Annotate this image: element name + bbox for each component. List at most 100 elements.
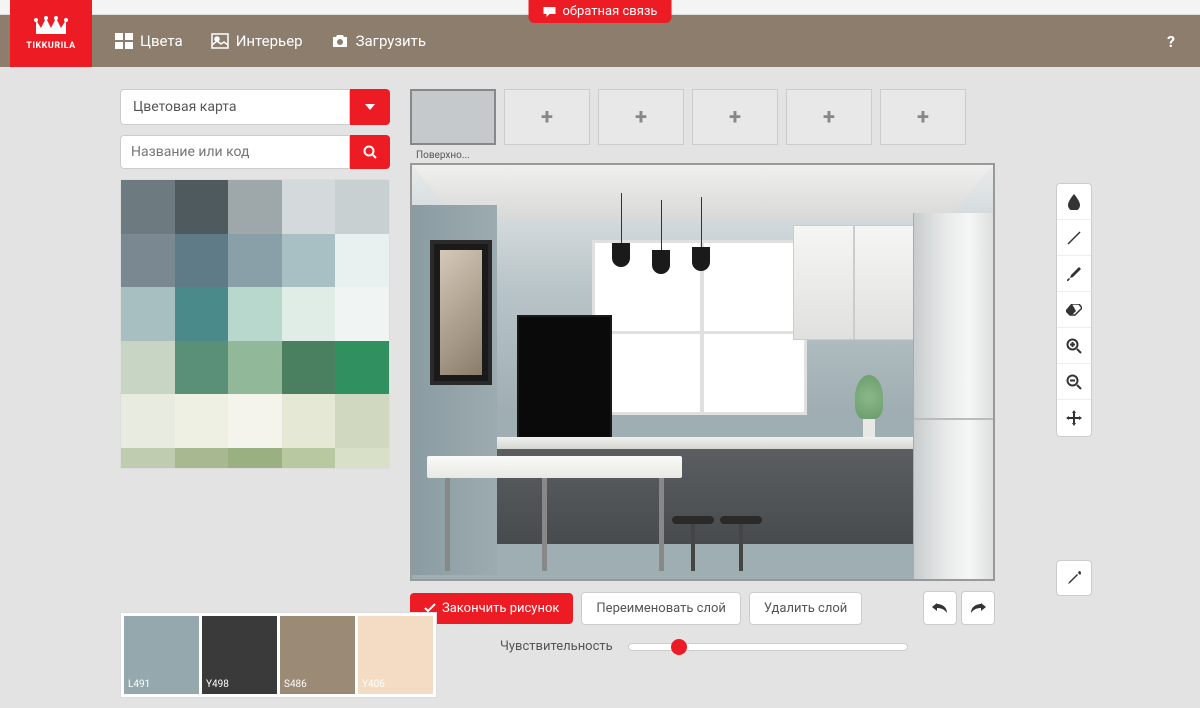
search-icon: [363, 145, 377, 159]
tool-line[interactable]: [1057, 220, 1091, 256]
surface-tab-active[interactable]: [410, 89, 496, 145]
color-swatch[interactable]: [175, 287, 229, 341]
tool-zoom-out[interactable]: [1057, 364, 1091, 400]
color-swatch[interactable]: [335, 394, 389, 448]
color-swatch[interactable]: [228, 448, 282, 469]
surface-tab-add-1[interactable]: +: [504, 89, 590, 145]
nav-interior[interactable]: Интерьер: [211, 32, 303, 50]
swatch-grid: [120, 179, 390, 469]
surface-tabs: + + + + +: [410, 89, 995, 145]
surface-tab-add-5[interactable]: +: [880, 89, 966, 145]
palette-icon: [115, 33, 133, 49]
nav-upload-label: Загрузить: [356, 32, 426, 50]
search-button[interactable]: [350, 135, 390, 169]
selected-swatch[interactable]: Y406: [358, 616, 433, 694]
tool-toolbar: [1056, 183, 1092, 437]
brand-logo[interactable]: TIKKURILA: [10, 0, 92, 67]
color-swatch[interactable]: [282, 341, 336, 395]
sensitivity-slider[interactable]: [628, 643, 908, 651]
feedback-button[interactable]: обратная связь: [529, 0, 672, 23]
color-swatch[interactable]: [121, 448, 175, 469]
color-swatch[interactable]: [282, 394, 336, 448]
color-swatch[interactable]: [282, 287, 336, 341]
plus-icon: +: [729, 105, 741, 130]
color-swatch[interactable]: [175, 448, 229, 469]
color-swatch[interactable]: [121, 394, 175, 448]
color-swatch[interactable]: [282, 448, 336, 469]
plus-icon: +: [823, 105, 835, 130]
color-search: [120, 135, 390, 169]
color-map-dropdown[interactable]: Цветовая карта: [120, 89, 390, 125]
tool-move[interactable]: [1057, 400, 1091, 436]
redo-button[interactable]: [961, 591, 995, 625]
undo-button[interactable]: [923, 591, 957, 625]
surface-tab-add-4[interactable]: +: [786, 89, 872, 145]
brush-icon: [1066, 266, 1082, 282]
tool-fill[interactable]: [1057, 184, 1091, 220]
nav-colors[interactable]: Цвета: [115, 32, 183, 50]
color-swatch[interactable]: [335, 448, 389, 469]
selected-swatch[interactable]: L491: [124, 616, 199, 694]
nav-interior-label: Интерьер: [236, 32, 303, 50]
selected-swatch[interactable]: S486: [280, 616, 355, 694]
chat-icon: [543, 6, 557, 18]
color-swatch[interactable]: [121, 341, 175, 395]
feedback-label: обратная связь: [563, 4, 658, 19]
crown-icon: [34, 16, 68, 38]
color-swatch[interactable]: [335, 180, 389, 234]
color-swatch[interactable]: [121, 287, 175, 341]
color-swatch[interactable]: [228, 394, 282, 448]
tool-eraser[interactable]: [1057, 292, 1091, 328]
line-icon: [1066, 230, 1082, 246]
undo-icon: [932, 602, 948, 614]
zoom-out-icon: [1066, 374, 1082, 390]
selected-swatch[interactable]: Y498: [202, 616, 277, 694]
surface-tab-add-3[interactable]: +: [692, 89, 778, 145]
tool-eyedropper[interactable]: [1056, 560, 1092, 596]
slider-thumb[interactable]: [671, 639, 687, 655]
tool-brush[interactable]: [1057, 256, 1091, 292]
color-swatch[interactable]: [282, 180, 336, 234]
search-input[interactable]: [120, 135, 350, 169]
color-swatch[interactable]: [175, 394, 229, 448]
color-swatch[interactable]: [228, 180, 282, 234]
selected-colors: L491Y498S486Y406: [120, 612, 437, 698]
color-swatch[interactable]: [335, 234, 389, 288]
nav-upload[interactable]: Загрузить: [331, 32, 426, 50]
camera-icon: [331, 34, 349, 48]
color-swatch[interactable]: [228, 341, 282, 395]
nav-items: Цвета Интерьер Загрузить: [115, 32, 426, 50]
plus-icon: +: [917, 105, 929, 130]
center-panel: + + + + +: [410, 89, 995, 654]
color-swatch[interactable]: [335, 341, 389, 395]
delete-button[interactable]: Удалить слой: [749, 592, 862, 625]
color-swatch[interactable]: [228, 287, 282, 341]
eraser-icon: [1066, 304, 1082, 316]
main-area: Цветовая карта + + + + +: [0, 67, 1200, 654]
color-panel: Цветовая карта: [120, 89, 390, 654]
help-button[interactable]: ?: [1167, 32, 1175, 51]
tool-zoom-in[interactable]: [1057, 328, 1091, 364]
color-swatch[interactable]: [175, 341, 229, 395]
eyedropper-icon: [1066, 570, 1082, 586]
action-row: Закончить рисунок Переименовать слой Уда…: [410, 591, 995, 625]
dropdown-caret[interactable]: [350, 89, 390, 125]
color-swatch[interactable]: [228, 234, 282, 288]
nav-colors-label: Цвета: [140, 32, 183, 50]
surface-tab-add-2[interactable]: +: [598, 89, 684, 145]
brand-text: TIKKURILA: [26, 41, 75, 51]
color-swatch[interactable]: [175, 180, 229, 234]
sensitivity-label: Чувствительность: [500, 639, 613, 654]
color-swatch[interactable]: [121, 234, 175, 288]
color-swatch[interactable]: [282, 234, 336, 288]
color-swatch[interactable]: [175, 234, 229, 288]
color-swatch[interactable]: [121, 180, 175, 234]
droplet-icon: [1067, 194, 1081, 210]
redo-icon: [970, 602, 986, 614]
color-swatch[interactable]: [335, 287, 389, 341]
image-icon: [211, 33, 229, 49]
zoom-in-icon: [1066, 338, 1082, 354]
dropdown-label[interactable]: Цветовая карта: [120, 89, 350, 125]
rename-button[interactable]: Переименовать слой: [581, 592, 741, 625]
canvas[interactable]: [410, 163, 995, 581]
